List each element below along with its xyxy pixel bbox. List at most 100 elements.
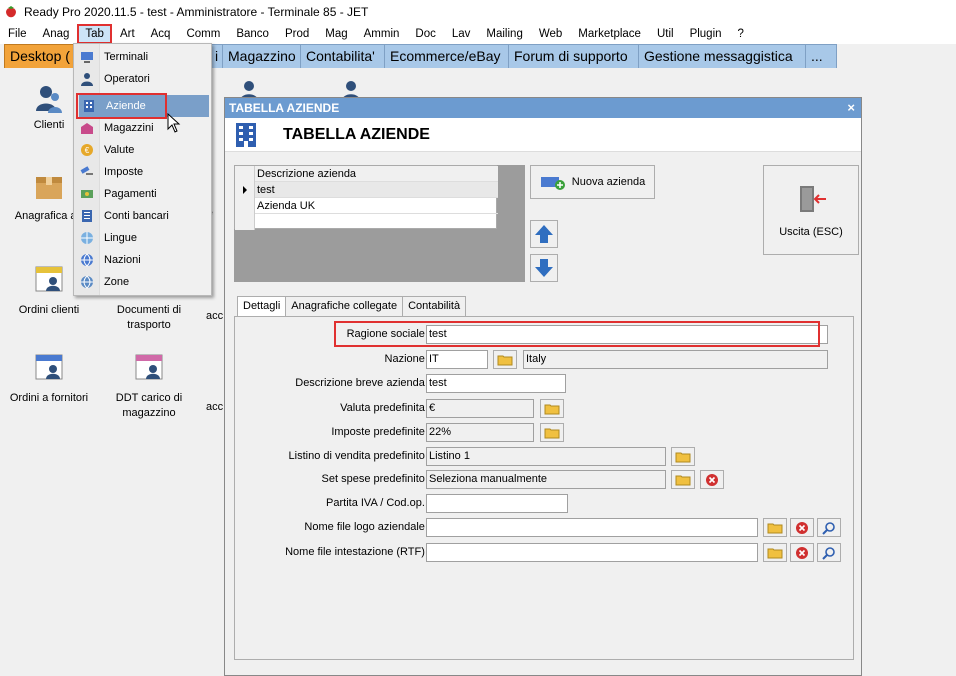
tab-forum[interactable]: Forum di supporto	[508, 44, 639, 68]
arrow-up-icon	[535, 225, 553, 243]
logo-clear-button[interactable]	[790, 518, 814, 537]
tab-contabilita[interactable]: Contabilità	[402, 296, 467, 316]
desktop-icon-partial-acc-2[interactable]: acc	[206, 400, 224, 415]
nazione-browse-button[interactable]	[493, 350, 517, 369]
uscita-button[interactable]: Uscita (ESC)	[763, 165, 859, 255]
menu-anag[interactable]: Anag	[35, 24, 78, 44]
table-row-empty	[235, 214, 498, 230]
terminal-icon	[81, 52, 93, 63]
logo-file-input[interactable]	[426, 518, 758, 537]
magnifier-icon	[822, 521, 835, 535]
tab-anagrafiche-collegate[interactable]: Anagrafiche collegate	[285, 296, 404, 316]
menu-mailing[interactable]: Mailing	[478, 24, 530, 44]
tab-messaggistica[interactable]: Gestione messaggistica	[638, 44, 806, 68]
intestazione-preview-button[interactable]	[817, 543, 841, 562]
menu-acq[interactable]: Acq	[143, 24, 179, 44]
desktop-icon-partial-acc[interactable]: acc	[206, 309, 224, 324]
desktop-icon-ordini-fornitori[interactable]: Ordini a fornitori	[1, 351, 97, 406]
menu-item-aziende[interactable]: Aziende	[79, 95, 209, 117]
desktop-icon-label: acc	[206, 310, 224, 322]
tab-desktop[interactable]: Desktop (	[4, 44, 76, 68]
menu-item-operatori[interactable]: Operatori	[77, 68, 209, 90]
valuta-label: Valuta predefinita :	[340, 402, 431, 414]
tab-ecommerce[interactable]: Ecommerce/eBay	[384, 44, 509, 68]
set-spese-clear-button[interactable]	[700, 470, 724, 489]
menu-util[interactable]: Util	[649, 24, 682, 44]
desktop-icon-ddt-carico[interactable]: DDT carico di magazzino	[101, 351, 197, 421]
detail-tabs: Dettagli Anagrafiche collegate Contabili…	[237, 296, 467, 317]
strawberry-app-icon	[6, 6, 16, 18]
menu-file[interactable]: File	[0, 24, 35, 44]
menu-prod[interactable]: Prod	[277, 24, 317, 44]
field-row-descrizione-breve: Descrizione breve azienda : test	[235, 374, 855, 394]
logo-browse-button[interactable]	[763, 518, 787, 537]
menu-item-valute[interactable]: € Valute	[77, 139, 209, 161]
building-icon	[84, 100, 94, 112]
svg-text:€: €	[85, 146, 90, 155]
desktop-icon-label: Documenti di trasporto	[116, 304, 182, 331]
globe-icon	[81, 253, 93, 267]
menu-help[interactable]: ?	[730, 24, 752, 44]
move-down-button[interactable]	[530, 254, 558, 282]
menu-art[interactable]: Art	[112, 24, 143, 44]
desktop-icon-label: Ordini clienti	[18, 304, 80, 316]
menu-ammin[interactable]: Ammin	[356, 24, 408, 44]
menu-item-lingue[interactable]: Lingue	[77, 227, 209, 249]
mouse-cursor-icon	[167, 113, 181, 133]
table-row[interactable]: Azienda UK	[235, 198, 498, 214]
magnifier-icon	[822, 546, 835, 560]
menu-item-imposte[interactable]: Imposte	[77, 161, 209, 183]
imposte-browse-button[interactable]	[540, 423, 564, 442]
intestazione-browse-button[interactable]	[763, 543, 787, 562]
menu-banco[interactable]: Banco	[228, 24, 277, 44]
logo-preview-button[interactable]	[817, 518, 841, 537]
menu-item-magazzini[interactable]: Magazzini	[77, 117, 209, 139]
menu-lav[interactable]: Lav	[444, 24, 479, 44]
intestazione-file-input[interactable]	[426, 543, 758, 562]
nuova-azienda-button[interactable]: Nuova azienda	[530, 165, 655, 199]
set-spese-browse-button[interactable]	[671, 470, 695, 489]
uscita-label: Uscita (ESC)	[779, 226, 843, 238]
column-header-descrizione[interactable]: Descrizione azienda	[257, 166, 356, 182]
row-indicator	[235, 198, 255, 214]
folder-icon	[544, 428, 560, 438]
tab-dettagli[interactable]: Dettagli	[237, 296, 287, 317]
menu-mag[interactable]: Mag	[317, 24, 355, 44]
dialog-header: TABELLA AZIENDE	[225, 118, 861, 152]
menu-marketplace[interactable]: Marketplace	[570, 24, 649, 44]
menu-item-conti-bancari[interactable]: Conti bancari	[77, 205, 209, 227]
descrizione-breve-input[interactable]: test	[426, 374, 566, 393]
table-row[interactable]: test	[235, 182, 498, 198]
menu-bar: File Anag Tab Art Acq Comm Banco Prod Ma…	[0, 24, 956, 44]
row-indicator	[235, 182, 255, 198]
dettagli-panel: Ragione sociale : test Nazione : IT Ital…	[234, 316, 854, 660]
menu-tab[interactable]: Tab	[77, 24, 112, 44]
menu-web[interactable]: Web	[531, 24, 570, 44]
partita-iva-input[interactable]	[426, 494, 568, 513]
grid-header-row: Descrizione azienda	[235, 166, 498, 182]
menu-item-nazioni[interactable]: Nazioni	[77, 249, 209, 271]
listino-browse-button[interactable]	[671, 447, 695, 466]
tab-more[interactable]: ...	[805, 44, 837, 68]
menu-plugin[interactable]: Plugin	[682, 24, 730, 44]
row-indicator	[235, 166, 255, 182]
move-up-button[interactable]	[530, 220, 558, 248]
grid-cell-descrizione: Azienda UK	[257, 200, 316, 212]
valuta-browse-button[interactable]	[540, 399, 564, 418]
field-row-listino: Listino di vendita predefinito : Listino…	[235, 447, 855, 467]
tab-contabilita[interactable]: Contabilita'	[300, 44, 385, 68]
menu-item-terminali[interactable]: Terminali	[77, 46, 209, 68]
menu-comm[interactable]: Comm	[178, 24, 228, 44]
supplier-order-icon	[35, 354, 63, 380]
ragione-sociale-input[interactable]: test	[426, 325, 828, 344]
ragione-sociale-label: Ragione sociale :	[346, 328, 431, 340]
payment-icon	[81, 190, 93, 198]
intestazione-clear-button[interactable]	[790, 543, 814, 562]
menu-item-pagamenti[interactable]: Pagamenti	[77, 183, 209, 205]
menu-doc[interactable]: Doc	[407, 24, 443, 44]
tab-magazzino[interactable]: Magazzino	[222, 44, 301, 68]
menu-item-zone[interactable]: Zone	[77, 271, 209, 293]
logo-label: Nome file logo aziendale :	[304, 521, 431, 533]
nazione-code-input[interactable]: IT	[426, 350, 488, 369]
close-icon[interactable]: ×	[847, 98, 855, 118]
